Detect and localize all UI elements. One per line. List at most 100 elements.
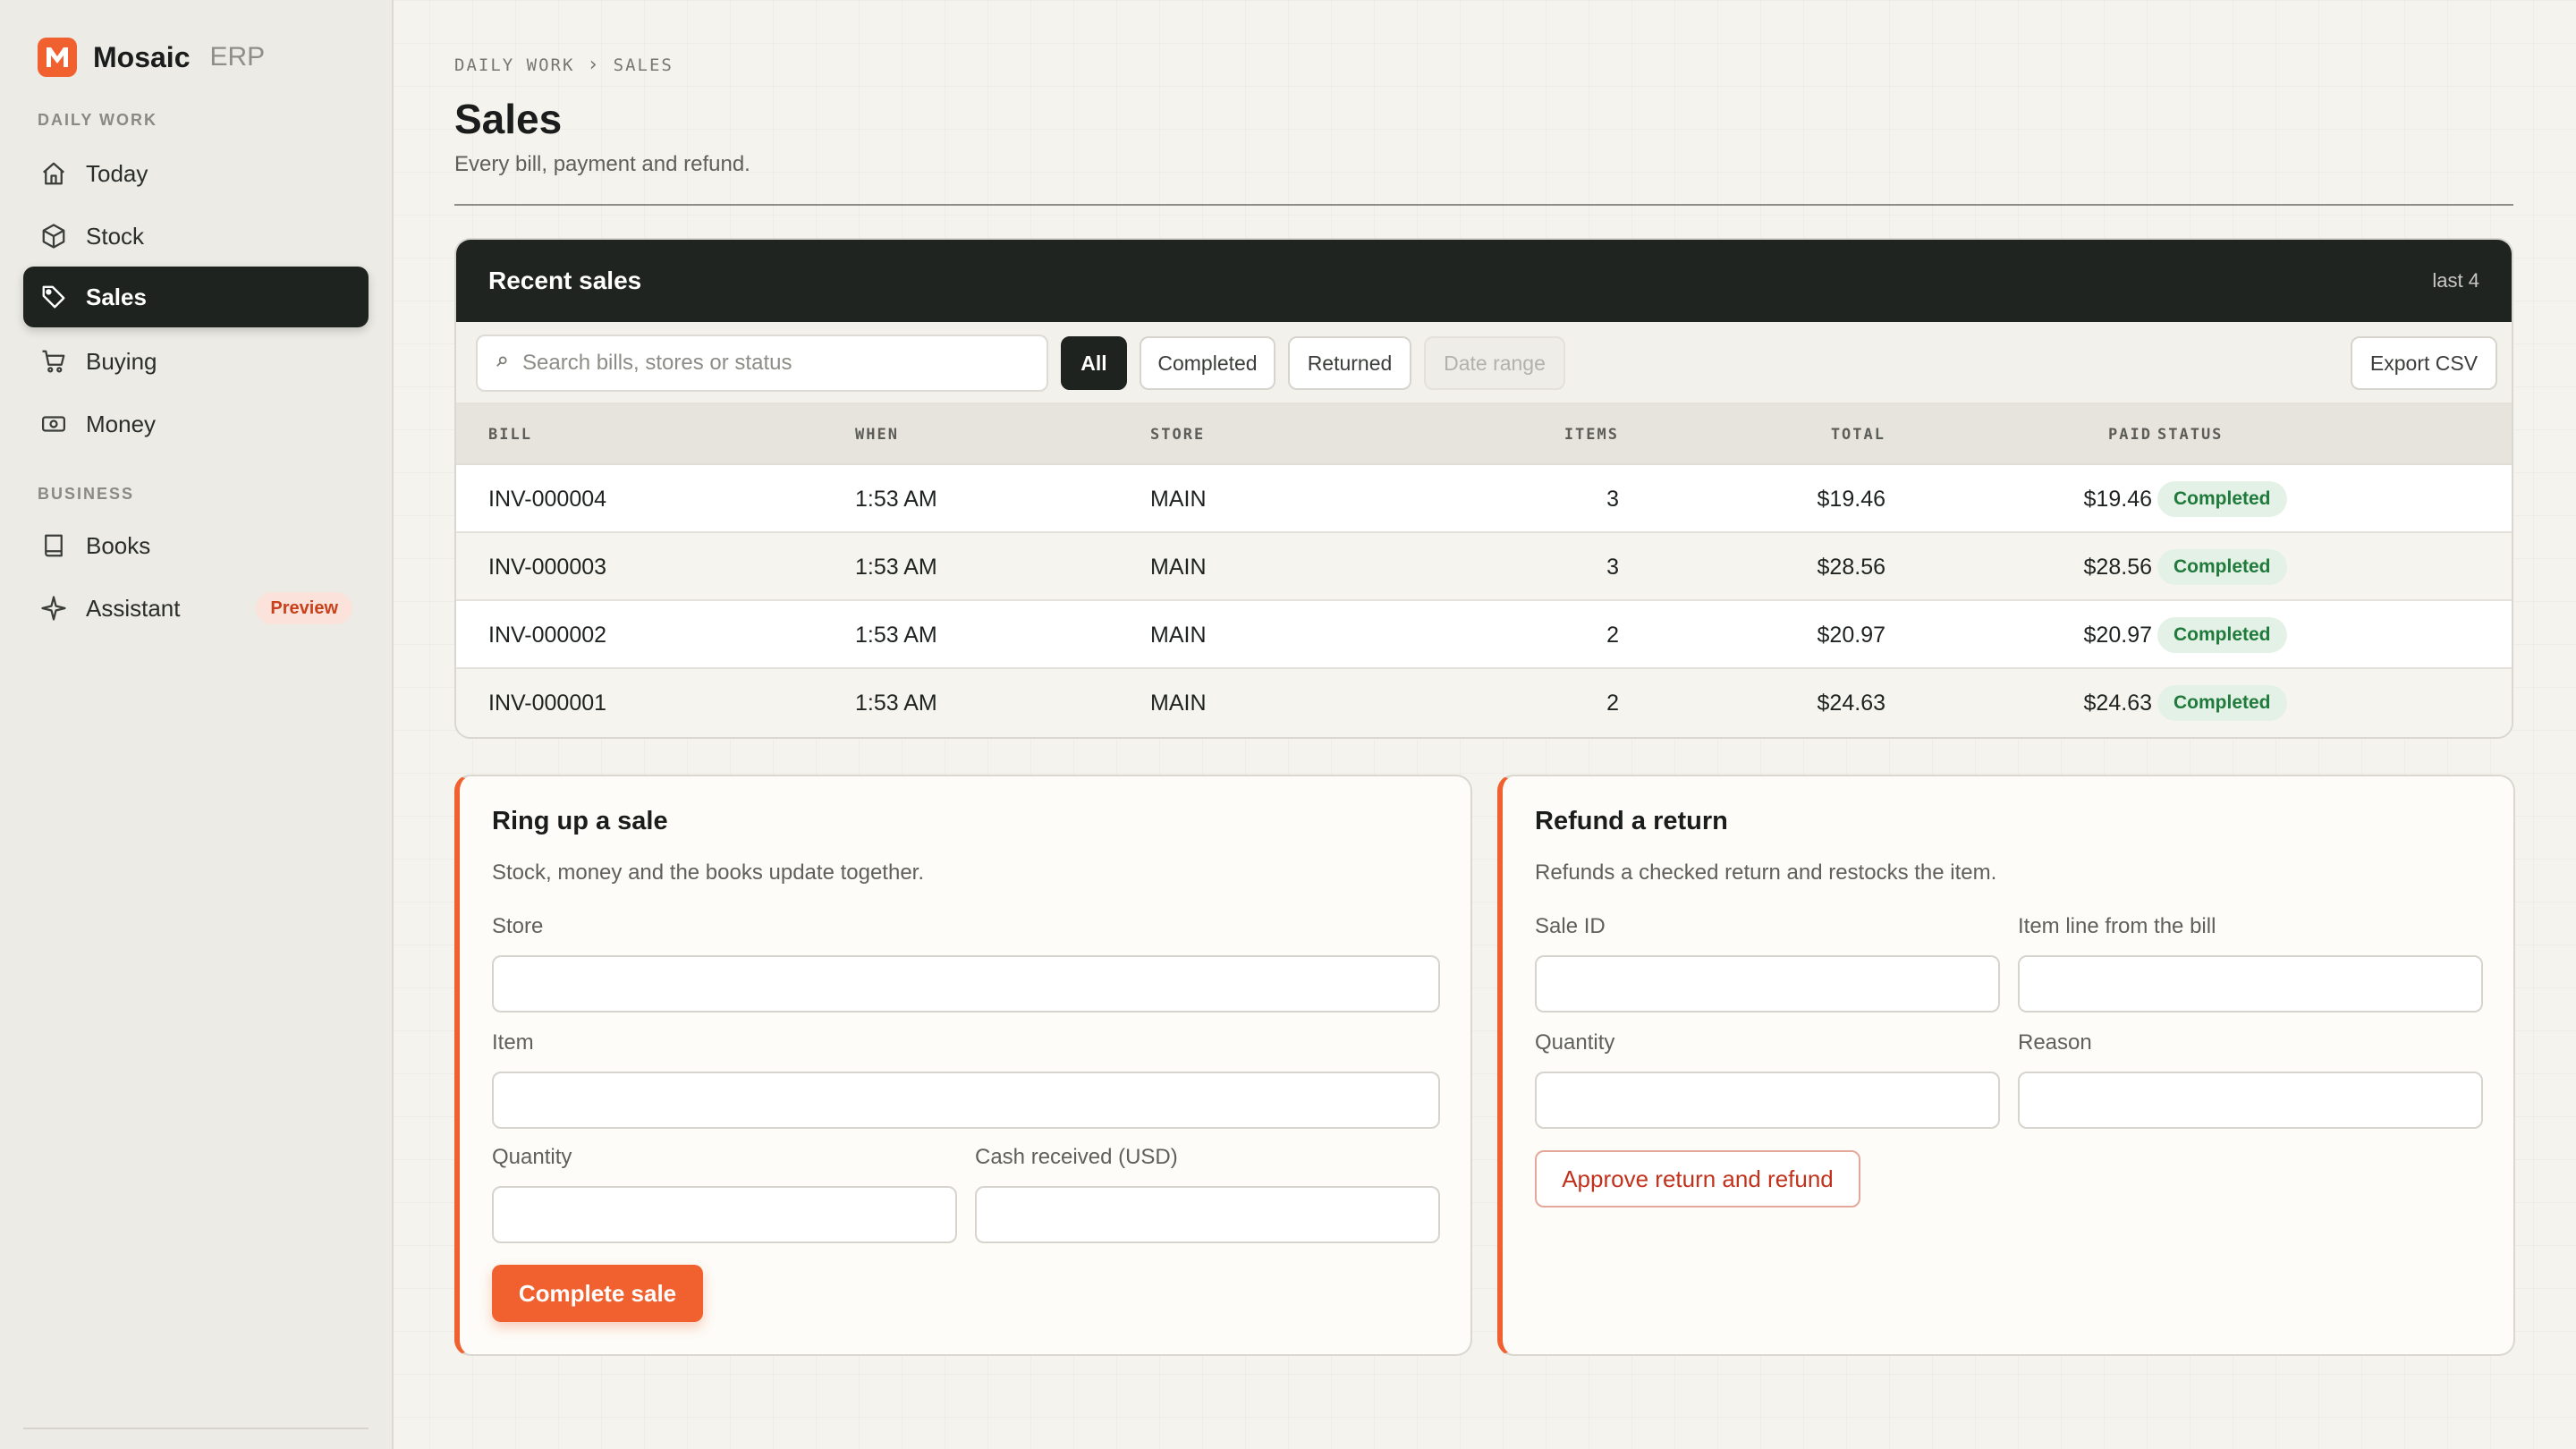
col-total[interactable]: TOTAL [1707,404,1885,465]
banknote-icon [39,410,68,438]
sidebar-item-label: Books [86,531,151,559]
item-input[interactable] [492,1072,1440,1129]
item-label: Item [492,1030,534,1055]
cell-when: 1:53 AM [855,486,937,512]
sidebar-item-today[interactable]: Today [23,143,369,204]
cash-received-label: Cash received (USD) [975,1145,1178,1169]
cell-items: 3 [1606,554,1619,580]
brand[interactable]: Mosaic ERP [38,38,265,77]
cell-status: Completed [2157,601,2287,669]
reason-label: Reason [2018,1030,2092,1055]
cell-bill[interactable]: INV-000002 [488,601,606,669]
col-paid[interactable]: PAID [1973,404,2152,465]
preview-badge: Preview [256,592,352,624]
page-title: Sales [454,96,563,142]
cell-paid: $28.56 [2083,554,2152,580]
cell-paid: $20.97 [2083,622,2152,648]
status-badge: Completed [2157,549,2287,585]
search-box[interactable] [476,335,1048,392]
table-row[interactable]: INV-000001 1:53 AM MAIN 2 $24.63 $24.63 … [456,669,2512,737]
cart-icon [39,347,68,376]
sparkle-icon [39,594,68,623]
tag-icon [39,283,68,311]
cell-store: MAIN [1150,690,1207,716]
reason-input[interactable] [2018,1072,2483,1129]
status-badge: Completed [2157,481,2287,517]
refund-quantity-input[interactable] [1535,1072,2000,1129]
cell-bill[interactable]: INV-000001 [488,669,606,737]
complete-sale-button[interactable]: Complete sale [492,1265,703,1322]
sidebar: Mosaic ERP DAILY WORK Today Stock Sales … [0,0,394,1449]
recent-sales-title: Recent sales [488,267,642,294]
sidebar-item-label: Sales [86,283,147,310]
sidebar-item-label: Assistant [86,594,181,622]
cell-items: 2 [1606,690,1619,716]
cell-bill[interactable]: INV-000003 [488,533,606,601]
sidebar-item-label: Money [86,410,157,437]
cell-total: $24.63 [1817,690,1885,716]
brand-name: Mosaic [93,40,191,73]
page-subtitle: Every bill, payment and refund. [454,152,750,176]
sidebar-item-money[interactable]: Money [23,394,369,454]
item-line-input[interactable] [2018,955,2483,1013]
cell-status: Completed [2157,533,2287,601]
cell-when: 1:53 AM [855,554,937,580]
refund-form-title: Refund a return [1535,807,1728,835]
nav-section-daily-work: DAILY WORK [38,111,158,129]
sidebar-item-label: Stock [86,222,145,250]
table-row[interactable]: INV-000003 1:53 AM MAIN 3 $28.56 $28.56 … [456,533,2512,601]
search-icon [496,355,508,372]
cell-items: 2 [1606,622,1619,648]
filter-returned-button[interactable]: Returned [1288,336,1411,390]
export-csv-button[interactable]: Export CSV [2351,336,2497,390]
sale-form-title: Ring up a sale [492,807,668,835]
cash-received-input[interactable] [975,1186,1440,1243]
store-label: Store [492,914,544,938]
header-divider [454,204,2513,206]
cell-when: 1:53 AM [855,622,937,648]
sidebar-item-stock[interactable]: Stock [23,206,369,267]
book-icon [39,531,68,560]
chevron-right-icon: › [587,54,601,76]
filter-completed-button[interactable]: Completed [1140,336,1275,390]
col-status[interactable]: STATUS [2157,404,2223,465]
col-when[interactable]: WHEN [855,404,899,465]
cell-store: MAIN [1150,554,1207,580]
quantity-input[interactable] [492,1186,957,1243]
ring-up-sale-form: Ring up a sale Stock, money and the book… [454,775,1472,1356]
breadcrumb-parent[interactable]: DAILY WORK [454,55,574,75]
date-range-button[interactable]: Date range [1424,336,1565,390]
table-row[interactable]: INV-000002 1:53 AM MAIN 2 $20.97 $20.97 … [456,601,2512,669]
search-input[interactable] [522,351,1023,376]
sidebar-item-assistant[interactable]: Assistant Preview [23,578,369,639]
store-input[interactable] [492,955,1440,1013]
sales-toolbar: All Completed Returned Date range Export… [456,322,2512,404]
cell-total: $19.46 [1817,486,1885,512]
cell-total: $28.56 [1817,554,1885,580]
col-bill[interactable]: BILL [488,404,532,465]
cell-status: Completed [2157,465,2287,533]
refund-quantity-label: Quantity [1535,1030,1615,1055]
col-store[interactable]: STORE [1150,404,1205,465]
approve-refund-button[interactable]: Approve return and refund [1535,1150,1860,1208]
table-row[interactable]: INV-000004 1:53 AM MAIN 3 $19.46 $19.46 … [456,465,2512,533]
nav-section-business: BUSINESS [38,485,135,503]
recent-sales-count: last 4 [2432,269,2479,292]
filter-all-button[interactable]: All [1061,336,1127,390]
box-icon [39,222,68,250]
sidebar-item-label: Buying [86,347,157,375]
brand-suffix: ERP [209,42,266,72]
quantity-label: Quantity [492,1145,572,1169]
cell-bill[interactable]: INV-000004 [488,465,606,533]
sidebar-item-books[interactable]: Books [23,515,369,576]
cell-paid: $19.46 [2083,486,2152,512]
refund-return-form: Refund a return Refunds a checked return… [1497,775,2515,1356]
sidebar-item-sales[interactable]: Sales [23,267,369,327]
item-line-label: Item line from the bill [2018,914,2216,938]
sidebar-item-label: Today [86,159,148,187]
sale-id-input[interactable] [1535,955,2000,1013]
sidebar-item-buying[interactable]: Buying [23,331,369,392]
col-items[interactable]: ITEMS [1440,404,1619,465]
recent-sales-header: Recent sales last 4 [456,240,2512,322]
cell-store: MAIN [1150,486,1207,512]
